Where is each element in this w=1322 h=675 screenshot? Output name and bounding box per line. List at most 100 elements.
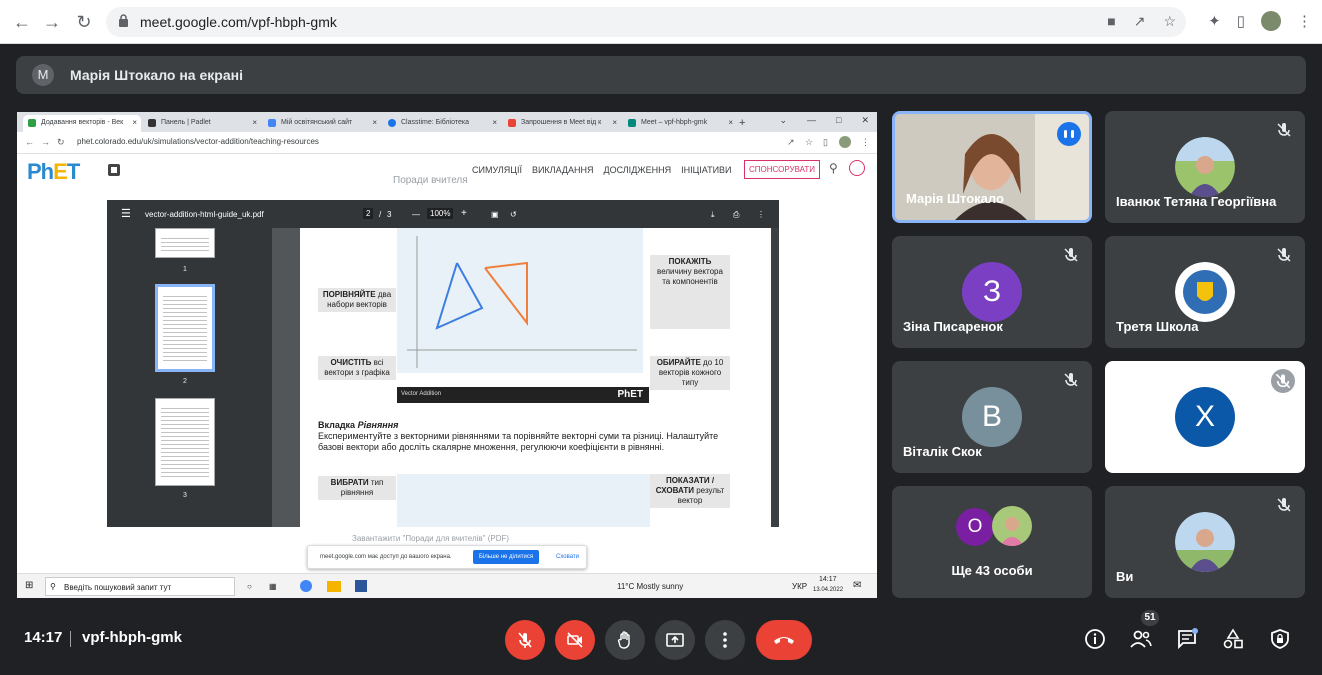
taskbar-time: 14:17 [819,576,837,583]
taskbar-date: 13.04.2022 [813,587,844,593]
participant-name: Третя Школа [1116,319,1199,334]
shared-tab: Мій освітянський сайт × [263,115,381,132]
back-arrow-icon: ← [25,137,34,147]
share-icon[interactable]: ↗ [1134,13,1146,30]
menu-dots-icon[interactable]: ⋮ [1297,12,1312,30]
pdf-page-current: 2 [363,208,374,219]
participant-name: Марія Штокало [906,191,1004,206]
address-bar[interactable]: meet.google.com/vpf-hbph-gmk ■ ↗ ☆ [106,7,1186,37]
equation-screenshot [397,474,650,527]
shared-tab-strip: Додавання векторів - Век × Панель | Padle… [17,112,877,132]
forward-arrow-icon[interactable]: → [40,10,64,34]
zoom-in-icon: + [461,208,467,219]
search-icon: ⚲ [50,582,56,591]
participant-tile[interactable]: З Зіна Писаренок [892,236,1092,348]
mic-off-badge [1271,369,1295,393]
tab-favicon-icon [388,119,396,127]
extensions-icon[interactable]: ✦ [1208,12,1221,30]
leave-call-button[interactable] [756,620,812,660]
participant-tile-maria[interactable]: Марія Штокало [892,111,1092,223]
nav-simulations: СИМУЛЯЦІЇ [472,165,522,175]
download-link: Завантажити "Поради для вчителів" (PDF) [352,534,510,543]
camera-toggle-button[interactable] [555,620,595,660]
minimize-icon: — [807,115,817,125]
shared-tab: Додавання векторів - Век × [23,115,141,132]
host-controls-button[interactable] [1268,627,1292,651]
hide-button: Сховати [556,554,580,560]
participant-tile[interactable]: В Віталік Скок [892,361,1092,473]
page-heading: Вкладка Рівняння [318,420,399,430]
tab-label: Запрошення в Meet від к [521,119,602,126]
participant-tile[interactable]: X [1105,361,1305,473]
pdf-zoom: 100% [427,208,454,219]
self-tile[interactable]: Ви [1105,486,1305,598]
tab-label: Meet – vpf-hbph-gmk [641,119,708,126]
raise-hand-button[interactable] [605,620,645,660]
shared-address-bar: ← → ↻ phet.colorado.edu/uk/simulations/v… [17,132,877,154]
participant-photo [1175,512,1235,572]
notifications-icon: ✉ [853,580,862,591]
sharing-notice: meet.google.com має доступ до вашого екр… [307,545,587,569]
activities-button[interactable] [1221,627,1245,651]
meeting-code: vpf-hbph-gmk [82,629,182,646]
tab-label: Classtime: Бібліотека [401,119,469,126]
back-arrow-icon[interactable]: ← [10,10,34,34]
callout-select: ВИБРАТИ тип рівняння [318,476,396,500]
meeting-clock: 14:17 [24,629,63,646]
chat-button[interactable] [1175,627,1199,651]
taskbar-search-text: Введіть пошуковий запит тут [64,583,172,592]
close-icon: × [492,118,497,127]
participant-name: Зіна Писаренок [903,319,1003,334]
participant-photo [1175,137,1235,197]
phet-nav: СИМУЛЯЦІЇ ВИКЛАДАННЯ ДОСЛІДЖЕННЯ ІНІЦІАТ… [472,165,732,175]
sponsor-button: СПОНСОРУВАТИ [744,160,821,179]
participant-tile[interactable]: Іванюк Тетяна Георгіївна [1105,111,1305,223]
bookmark-star-icon[interactable]: ☆ [1163,13,1176,30]
widgets-icon: ▦ [269,582,277,591]
participant-photo [992,506,1032,546]
windows-start-icon: ⊞ [25,580,34,591]
stop-sharing-button: Більше не ділитися [473,550,540,564]
side-panel-icon[interactable]: ▯ [1237,12,1245,30]
chat-icon [1178,628,1198,650]
participant-count-badge: 51 [1141,610,1159,626]
window-controls: ⌄ — □ ✕ [779,115,869,126]
close-icon: × [252,118,257,127]
participant-name: Віталік Скок [903,444,982,459]
fit-page-icon: ▣ [491,210,499,219]
url-text: meet.google.com/vpf-hbph-gmk [140,14,337,30]
tab-favicon-icon [28,119,36,127]
weather-text: 11°C Mostly sunny [617,582,684,591]
pdf-scrollbar [771,228,779,527]
participant-tile[interactable]: Третя Школа [1105,236,1305,348]
callout-show-hide: ПОКАЗАТИ / СХОВАТИ результ вектор [650,474,730,508]
nav-research: ДОСЛІДЖЕННЯ [603,165,672,175]
pdf-thumb [155,228,215,258]
callout-clear: ОЧИСТІТЬ всі вектори з графіка [318,356,396,380]
pdf-page-separator: / [379,210,382,219]
camera-icon[interactable]: ■ [1107,13,1115,30]
people-button[interactable] [1129,627,1153,651]
more-participants-tile[interactable]: О Ще 43 особи [892,486,1092,598]
more-options-button[interactable] [705,620,745,660]
windows-taskbar: ⊞ ⚲ Введіть пошуковий запит тут ○ ▦ 11°C… [17,573,877,598]
tab-label: Додавання векторів - Век [41,119,124,126]
meeting-info-button[interactable] [1083,627,1107,651]
people-icon [1130,630,1152,648]
share-icon: ↗ [787,137,795,147]
school-emblem-icon [1175,262,1235,322]
zoom-out-icon: — [412,210,420,219]
menu-icon: ☰ [121,208,131,220]
shared-tab: Meet – vpf-hbph-gmk × [623,115,737,132]
mic-toggle-button[interactable] [505,620,545,660]
pdf-thumb [155,284,215,372]
pdf-page: ПОРІВНЯЙТЕ два набори векторів ОЧИСТІТЬ … [300,228,772,527]
search-icon: ⚲ [829,161,838,175]
star-icon: ☆ [805,137,814,147]
profile-avatar[interactable] [1261,11,1281,31]
present-button[interactable] [655,620,695,660]
reload-icon[interactable]: ↻ [72,10,96,34]
taskbar-search: ⚲ Введіть пошуковий запит тут [45,577,235,596]
mic-off-icon [1064,373,1078,387]
menu-dots-icon: ⋮ [757,210,765,219]
